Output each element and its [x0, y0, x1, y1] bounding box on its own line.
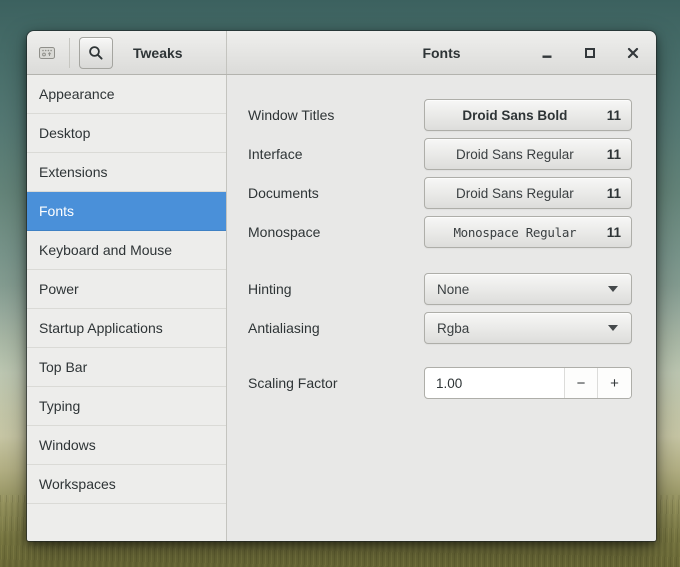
sidebar-item[interactable]: Keyboard and Mouse [27, 231, 226, 270]
font-size: 11 [605, 186, 631, 201]
font-settings-group: Window Titles Droid Sans Bold 11 Interfa… [248, 99, 632, 248]
minimize-icon [539, 45, 555, 61]
sidebar-item[interactable]: Power [27, 270, 226, 309]
sidebar-item[interactable]: Top Bar [27, 348, 226, 387]
sidebar-item-label: Windows [39, 437, 96, 453]
font-picker-button[interactable]: Droid Sans Regular 11 [424, 177, 632, 209]
scaling-factor-label: Scaling Factor [248, 375, 337, 391]
tweaks-window: Tweaks Fonts [27, 31, 656, 541]
sidebar-item[interactable]: Typing [27, 387, 226, 426]
font-picker-button[interactable]: Droid Sans Regular 11 [424, 138, 632, 170]
maximize-button[interactable] [578, 41, 602, 65]
font-row-label: Monospace [248, 224, 320, 240]
sidebar-item-label: Extensions [39, 164, 107, 180]
font-name: Monospace Regular [425, 225, 605, 240]
close-button[interactable] [621, 41, 645, 65]
font-row: Interface Droid Sans Regular 11 [248, 138, 632, 170]
combo-row: Antialiasing Rgba [248, 312, 632, 344]
dropdown-button[interactable]: None [424, 273, 632, 305]
minimize-button[interactable] [535, 41, 559, 65]
font-row-label: Interface [248, 146, 302, 162]
headerbar-left: Tweaks [27, 31, 227, 74]
search-button[interactable] [79, 37, 113, 69]
scaling-factor-row: Scaling Factor 1.00 − + [248, 367, 632, 399]
sidebar-item-label: Power [39, 281, 79, 297]
close-icon [625, 45, 641, 61]
sidebar-item[interactable]: Appearance [27, 75, 226, 114]
dropdown-selected-value: None [425, 282, 608, 297]
desktop-wallpaper: Tweaks Fonts [0, 0, 680, 567]
font-picker-button[interactable]: Droid Sans Bold 11 [424, 99, 632, 131]
sidebar-item-label: Typing [39, 398, 80, 414]
sidebar-item[interactable]: Desktop [27, 114, 226, 153]
sidebar-item-label: Appearance [39, 86, 115, 102]
font-name: Droid Sans Bold [425, 108, 605, 123]
font-size: 11 [605, 147, 631, 162]
maximize-icon [582, 45, 598, 61]
sidebar-item-label: Workspaces [39, 476, 116, 492]
sidebar-item-label: Keyboard and Mouse [39, 242, 172, 258]
app-title: Tweaks [133, 45, 183, 61]
font-row-label: Documents [248, 185, 319, 201]
sidebar-item[interactable]: Fonts [27, 192, 226, 231]
sidebar-item-label: Desktop [39, 125, 90, 141]
sidebar-item[interactable]: Extensions [27, 153, 226, 192]
font-size: 11 [605, 108, 631, 123]
sidebar-item[interactable]: Windows [27, 426, 226, 465]
font-picker-button[interactable]: Monospace Regular 11 [424, 216, 632, 248]
dropdown-selected-value: Rgba [425, 321, 608, 336]
font-name: Droid Sans Regular [425, 186, 605, 201]
combo-row-label: Hinting [248, 281, 292, 297]
font-row: Monospace Monospace Regular 11 [248, 216, 632, 248]
search-icon [88, 45, 104, 61]
chevron-down-icon [608, 325, 618, 331]
tweaks-app-icon-glyph [37, 43, 57, 63]
combo-row-label: Antialiasing [248, 320, 320, 336]
chevron-down-icon [608, 286, 618, 292]
scaling-factor-value[interactable]: 1.00 [425, 368, 564, 398]
headerbar: Tweaks Fonts [27, 31, 656, 75]
decrease-button[interactable]: − [564, 368, 597, 398]
window-controls [535, 31, 645, 74]
font-name: Droid Sans Regular [425, 147, 605, 162]
headerbar-divider [69, 38, 70, 68]
scaling-factor-spinner: 1.00 − + [424, 367, 632, 399]
tweaks-app-icon [36, 42, 58, 64]
sidebar-item-label: Startup Applications [39, 320, 163, 336]
rendering-settings-group: Hinting None Antialiasing Rgba [248, 273, 632, 344]
sidebar-item[interactable]: Startup Applications [27, 309, 226, 348]
window-body: Appearance Desktop Extensions Fonts [27, 75, 656, 541]
font-row-label: Window Titles [248, 107, 334, 123]
sidebar: Appearance Desktop Extensions Fonts [27, 75, 227, 541]
sidebar-item[interactable]: Workspaces [27, 465, 226, 504]
page-title: Fonts [422, 45, 460, 61]
font-row: Documents Droid Sans Regular 11 [248, 177, 632, 209]
dropdown-button[interactable]: Rgba [424, 312, 632, 344]
sidebar-item-label: Fonts [39, 203, 74, 219]
fonts-page: Window Titles Droid Sans Bold 11 Interfa… [227, 75, 656, 541]
font-size: 11 [605, 225, 631, 240]
font-row: Window Titles Droid Sans Bold 11 [248, 99, 632, 131]
headerbar-right: Fonts [227, 31, 656, 74]
sidebar-item-label: Top Bar [39, 359, 87, 375]
combo-row: Hinting None [248, 273, 632, 305]
increase-button[interactable]: + [597, 368, 631, 398]
